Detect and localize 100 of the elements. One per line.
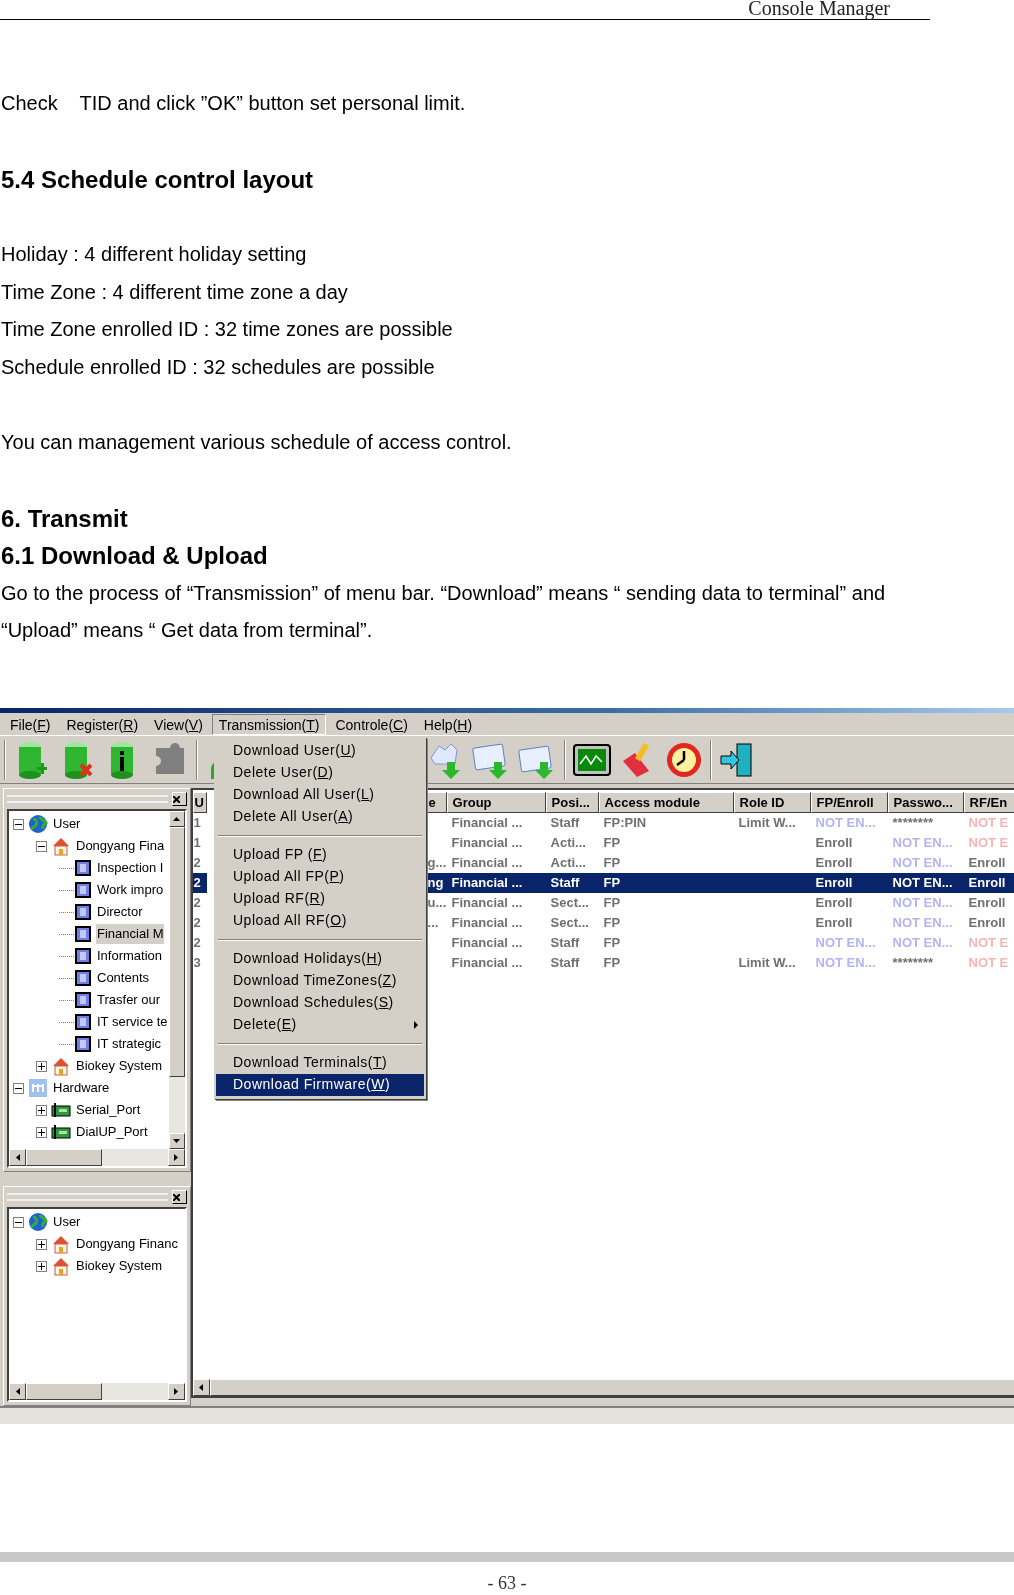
collapse-toggle[interactable] (13, 1216, 24, 1228)
column-header[interactable]: U (192, 792, 207, 814)
section-heading: 6. Transmit (1, 503, 129, 534)
table-cell: Acti... (550, 835, 586, 851)
menu-item[interactable]: Download Holidays(H) (216, 947, 424, 970)
expand-toggle[interactable] (36, 1238, 47, 1250)
scroll-left-button[interactable] (9, 1383, 26, 1401)
scroll-right-button[interactable] (167, 1149, 185, 1167)
tree-item[interactable]: Dongyang Fina (75, 836, 166, 856)
table-cell: NOT EN... (892, 935, 953, 951)
collapse-toggle[interactable] (36, 840, 47, 852)
table-row[interactable]: 2 (192, 933, 207, 954)
menu-item[interactable]: Download User(U) (216, 739, 424, 762)
expand-toggle[interactable] (36, 1060, 47, 1072)
tree-item[interactable]: Trasfer our (96, 990, 162, 1010)
scroll-right-button[interactable] (167, 1383, 185, 1401)
column-header[interactable]: Passwo... (887, 792, 964, 814)
table-cell: 2 (193, 895, 201, 911)
group-icon (74, 1013, 92, 1032)
expand-toggle[interactable] (36, 1104, 47, 1116)
globe-icon (28, 1212, 48, 1233)
close-button[interactable] (171, 1190, 187, 1205)
scroll-thumb[interactable] (26, 1383, 102, 1401)
table-row[interactable]: 1 (192, 833, 207, 854)
menu-item[interactable]: Register(R) (59, 713, 146, 735)
menu-item[interactable]: Download Terminals(T) (216, 1051, 424, 1074)
column-header[interactable]: e (426, 792, 447, 814)
table-row[interactable]: 2 (192, 853, 207, 874)
vertical-scrollbar[interactable] (168, 811, 185, 1150)
menu-item[interactable]: Upload All FP(P) (216, 865, 424, 888)
scroll-down-button[interactable] (168, 1133, 185, 1150)
scroll-thumb[interactable] (26, 1149, 102, 1167)
menu-item[interactable]: File(F) (3, 713, 58, 735)
column-header[interactable]: Access module (598, 792, 734, 814)
menu-item[interactable]: Upload RF(R) (216, 887, 424, 910)
menu-item[interactable]: Transmission(T) (211, 713, 327, 735)
menu-item[interactable]: Download Schedules(S) (216, 991, 424, 1014)
tree-item[interactable]: Inspection I (96, 858, 165, 878)
expand-toggle[interactable] (36, 1260, 47, 1272)
tree-item[interactable]: Financial M (96, 924, 165, 944)
menu-item[interactable]: Help(H) (416, 713, 480, 735)
column-header[interactable]: Role ID (733, 792, 811, 814)
table-row[interactable]: Financial ... Acti... FP Enroll NOT EN... NOT E (426, 833, 1014, 854)
scroll-left-button[interactable] (192, 1379, 210, 1397)
table-row[interactable]: Financial ... Staff FP NOT EN... NOT EN... NOT E (426, 933, 1014, 954)
menu-item[interactable]: Download TimeZones(Z) (216, 969, 424, 992)
menu-item[interactable]: Upload All RF(O) (216, 909, 424, 932)
tree-item[interactable]: Hardware (52, 1078, 111, 1098)
tree-item[interactable]: Biokey System (75, 1056, 163, 1076)
collapse-toggle[interactable] (13, 818, 24, 830)
scroll-up-button[interactable] (168, 811, 185, 828)
scroll-thumb[interactable] (168, 827, 185, 1078)
table-row[interactable]: 2 (192, 913, 207, 934)
tree-item[interactable]: Contents (96, 968, 151, 988)
menu-item[interactable]: Download All User(L) (216, 783, 424, 806)
menu-item[interactable]: Delete(E) (216, 1013, 424, 1036)
table-cell: NOT E (968, 835, 1009, 851)
table-row[interactable]: ng Financial ... Staff FP Enroll NOT EN... Enroll (426, 873, 1014, 894)
table-cell: ng (427, 875, 444, 891)
table-row[interactable]: 2 (192, 893, 207, 914)
menu-item[interactable]: Delete User(D) (216, 761, 424, 784)
table-row[interactable]: g... Financial ... Acti... FP Enroll NOT EN... Enroll (426, 853, 1014, 874)
table-cell: Limit W... (738, 815, 796, 831)
table-row[interactable]: 2 (192, 873, 207, 894)
clock-icon (665, 740, 703, 779)
column-header[interactable]: FP/Enroll (810, 792, 888, 814)
menu-item[interactable]: Controle(C) (328, 713, 415, 735)
scroll-left-button[interactable] (9, 1149, 26, 1167)
tree-item[interactable]: User (52, 1212, 82, 1232)
expand-toggle[interactable] (36, 1126, 47, 1138)
close-button[interactable] (171, 792, 187, 807)
menu-item[interactable]: Delete All User(A) (216, 805, 424, 828)
table-cell: NOT E (968, 935, 1009, 951)
column-header[interactable]: RF/En (963, 792, 1014, 814)
tree-item[interactable]: Information (96, 946, 164, 966)
tree-item[interactable]: User (52, 814, 82, 834)
menu-item[interactable]: Download Firmware(W) (216, 1073, 424, 1096)
table-row[interactable]: 3 (192, 953, 207, 974)
tree-item[interactable]: Director (96, 902, 144, 922)
column-header[interactable]: Group (446, 792, 546, 814)
tree-item[interactable]: Dongyang Financ (75, 1234, 179, 1254)
table-row[interactable]: u... Financial ... Sect... FP Enroll NOT EN... Enroll (426, 893, 1014, 914)
table-cell: NOT EN... (892, 895, 953, 911)
tree-item[interactable]: Work impro (96, 880, 165, 900)
tree-item[interactable]: Biokey System (75, 1256, 163, 1276)
scroll-thumb[interactable] (209, 1379, 1014, 1397)
table-cell: ******** (892, 955, 934, 971)
table-row[interactable]: Financial ... Staff FP:PIN Limit W... NOT EN... ******** NOT E (426, 813, 1014, 834)
group-icon (74, 969, 92, 988)
tree-item[interactable]: DialUP_Port (75, 1122, 149, 1142)
column-header[interactable]: Posi... (545, 792, 599, 814)
table-row[interactable]: Financial ... Staff FP Limit W... NOT EN... ******** NOT E (426, 953, 1014, 974)
table-row[interactable]: ... Financial ... Sect... FP Enroll NOT EN... Enroll (426, 913, 1014, 934)
menu-item[interactable]: View(V) (147, 713, 210, 735)
table-row[interactable]: 1 (192, 813, 207, 834)
menu-item[interactable]: Upload FP (F) (216, 843, 424, 866)
collapse-toggle[interactable] (13, 1082, 24, 1094)
tree-item[interactable]: IT strategic (96, 1034, 163, 1054)
tree-item[interactable]: IT service te (96, 1012, 169, 1032)
tree-item[interactable]: Serial_Port (75, 1100, 142, 1120)
